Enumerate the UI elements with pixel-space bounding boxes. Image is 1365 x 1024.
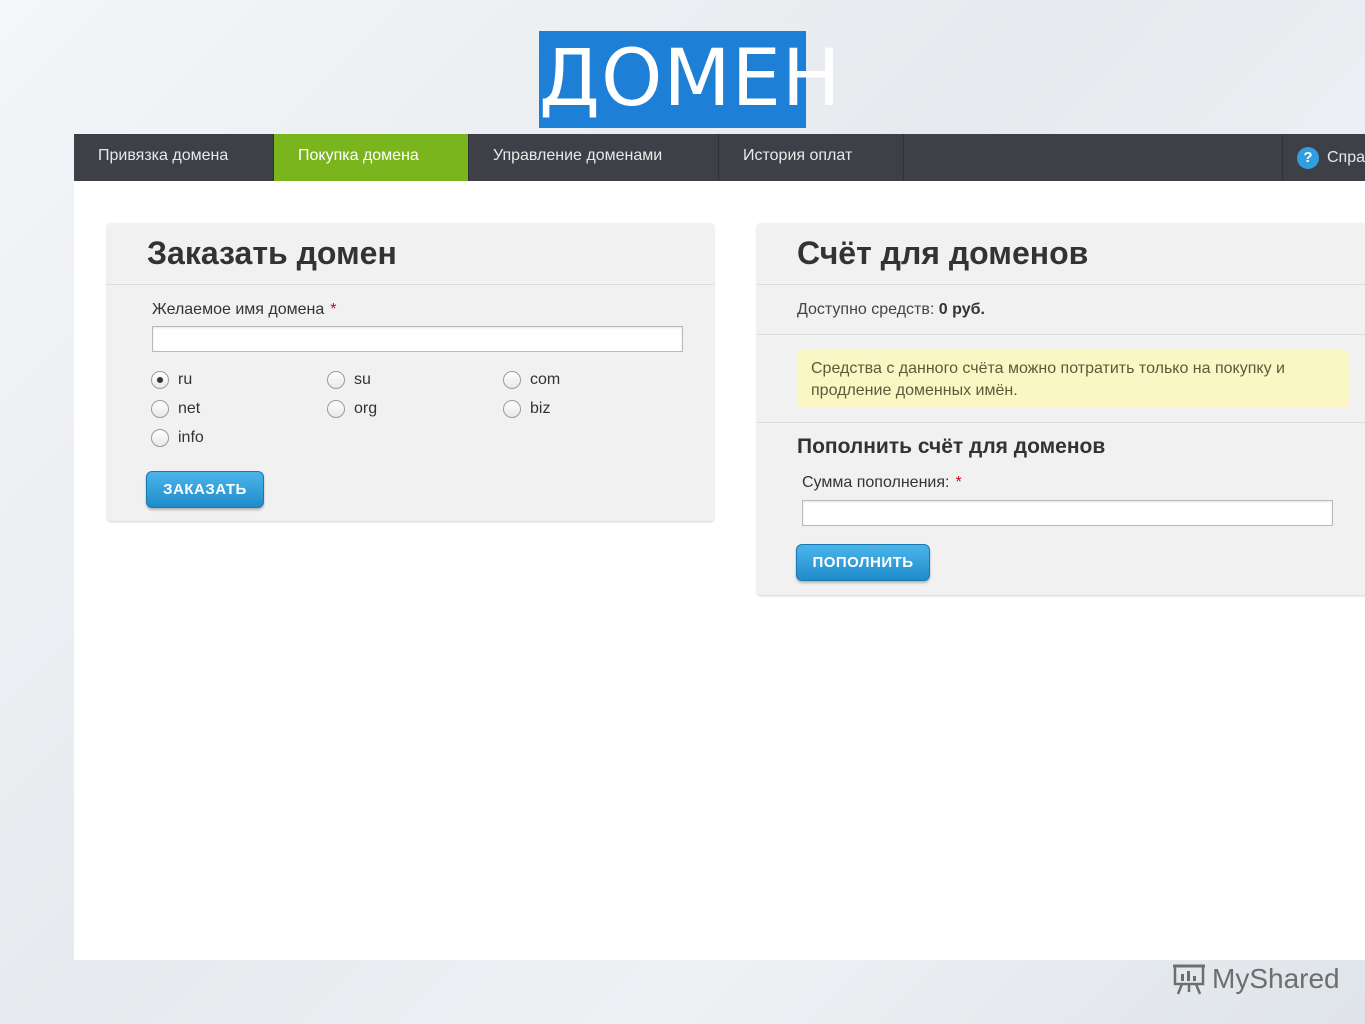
divider xyxy=(757,422,1365,423)
zone-label: su xyxy=(354,371,371,388)
radio-icon xyxy=(151,429,169,447)
zone-radio-net[interactable]: net xyxy=(151,400,200,418)
brand-name: MyShared xyxy=(1212,963,1340,994)
zone-radio-su[interactable]: su xyxy=(327,371,371,389)
zone-radio-org[interactable]: org xyxy=(327,400,377,418)
zone-label: com xyxy=(530,371,561,388)
amount-label: Сумма пополнения: * xyxy=(802,474,962,492)
question-icon: ? xyxy=(1297,146,1319,169)
myshared-logo: MyShared xyxy=(1172,962,1340,996)
tab-domain-purchase[interactable]: Покупка домена xyxy=(274,134,469,181)
domain-name-input[interactable] xyxy=(152,326,683,352)
radio-icon xyxy=(327,371,345,389)
radio-icon xyxy=(151,400,169,418)
app-screenshot: Привязка домена Покупка домена Управлени… xyxy=(74,134,1365,960)
help-link[interactable]: ? Спра xyxy=(1282,134,1365,181)
presentation-icon xyxy=(1173,964,1205,995)
order-panel-title: Заказать домен xyxy=(107,223,714,285)
zone-label: net xyxy=(178,400,201,417)
balance-value: 0 руб. xyxy=(938,301,985,318)
zone-label: ru xyxy=(178,371,193,388)
balance-label: Доступно средств: xyxy=(797,301,935,318)
required-mark: * xyxy=(955,474,962,491)
amount-input[interactable] xyxy=(802,500,1333,526)
radio-checked-icon xyxy=(151,371,169,389)
domain-account-panel: Счёт для доменов Доступно средств: 0 руб… xyxy=(757,223,1365,595)
tab-domain-management[interactable]: Управление доменами xyxy=(469,134,719,181)
domain-name-label: Желаемое имя домена * xyxy=(152,301,336,319)
required-mark: * xyxy=(330,301,337,318)
top-navigation: Привязка домена Покупка домена Управлени… xyxy=(74,134,1365,181)
radio-icon xyxy=(327,400,345,418)
account-panel-title: Счёт для доменов xyxy=(757,223,1365,285)
domain-name-label-text: Желаемое имя домена xyxy=(152,301,325,318)
topup-title: Пополнить счёт для доменов xyxy=(797,435,1106,458)
amount-label-text: Сумма пополнения: xyxy=(802,474,950,491)
zone-radio-ru[interactable]: ru xyxy=(151,371,192,389)
balance-row: Доступно средств: 0 руб. xyxy=(757,285,1365,335)
zone-radio-biz[interactable]: biz xyxy=(503,400,550,418)
help-label: Спра xyxy=(1327,148,1365,166)
zone-label: info xyxy=(178,429,204,446)
slide-title: ДОМЕН xyxy=(539,31,841,128)
order-domain-panel: Заказать домен Желаемое имя домена * ru s… xyxy=(107,223,714,521)
zone-radio-com[interactable]: com xyxy=(503,371,560,389)
radio-icon xyxy=(503,400,521,418)
info-note: Средства с данного счёта можно потратить… xyxy=(797,350,1349,408)
zone-radio-info[interactable]: info xyxy=(151,429,204,447)
zone-label: biz xyxy=(530,400,551,417)
tab-payment-history[interactable]: История оплат xyxy=(719,134,904,181)
topup-button[interactable]: ПОПОЛНИТЬ xyxy=(796,544,930,581)
tab-domain-binding[interactable]: Привязка домена xyxy=(74,134,274,181)
order-button[interactable]: ЗАКАЗАТЬ xyxy=(146,471,264,508)
zone-label: org xyxy=(354,400,378,417)
radio-icon xyxy=(503,371,521,389)
